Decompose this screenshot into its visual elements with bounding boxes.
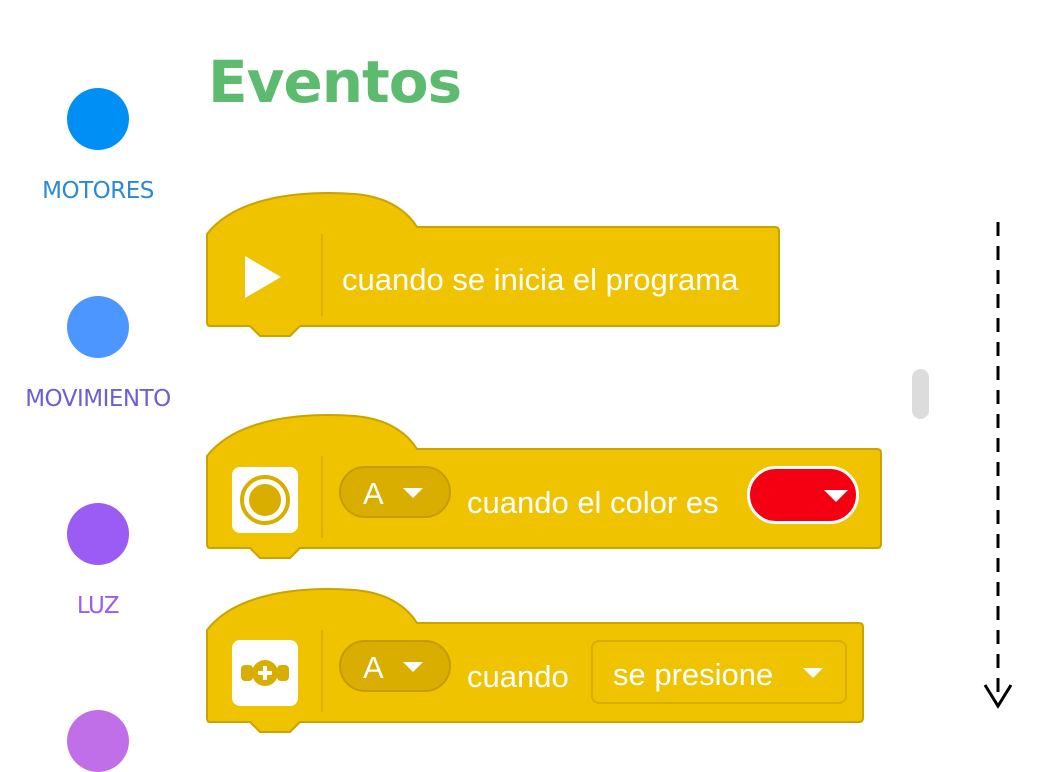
- state-dropdown[interactable]: se presione: [591, 640, 847, 704]
- color-sensor-icon: [232, 467, 298, 533]
- state-value: se presione: [613, 657, 774, 692]
- motores-category-dot: [67, 88, 129, 150]
- palette-scrollbar[interactable]: [912, 369, 929, 419]
- category-label: MOVIMIENTO: [25, 386, 171, 412]
- chevron-down-icon: [824, 490, 848, 502]
- force-block-text: cuando: [467, 659, 569, 694]
- category-eventos[interactable]: [0, 710, 196, 772]
- block-divider: [321, 630, 323, 712]
- chevron-down-icon: [803, 668, 823, 678]
- color-value-dropdown[interactable]: [747, 466, 859, 524]
- port-value: A: [363, 476, 384, 511]
- category-luz[interactable]: LUZ: [0, 503, 196, 619]
- color-event-block[interactable]: A cuando el color es: [205, 414, 895, 564]
- movimiento-category-dot: [67, 296, 129, 358]
- block-divider: [321, 234, 323, 316]
- scroll-down-arrow-icon: [980, 220, 1020, 720]
- color-block-text: cuando el color es: [467, 485, 719, 520]
- block-divider: [321, 456, 323, 538]
- luz-category-dot: [67, 503, 129, 565]
- category-motores[interactable]: MOTORES: [0, 88, 196, 204]
- category-label: MOTORES: [42, 178, 154, 204]
- chevron-down-icon: [403, 488, 423, 498]
- start-block-text: cuando se inicia el programa: [342, 262, 739, 297]
- port-value: A: [363, 650, 384, 685]
- eventos-category-dot: [67, 710, 129, 772]
- force-sensor-event-block[interactable]: A cuando se presione: [205, 588, 875, 738]
- chevron-down-icon: [403, 662, 423, 672]
- category-movimiento[interactable]: MOVIMIENTO: [0, 296, 196, 412]
- port-dropdown[interactable]: A: [339, 466, 451, 518]
- force-sensor-icon: [232, 640, 298, 706]
- category-label: LUZ: [76, 593, 120, 619]
- port-dropdown[interactable]: A: [339, 640, 451, 692]
- start-program-block[interactable]: cuando se inicia el programa: [205, 192, 785, 342]
- section-title: Eventos: [208, 48, 462, 116]
